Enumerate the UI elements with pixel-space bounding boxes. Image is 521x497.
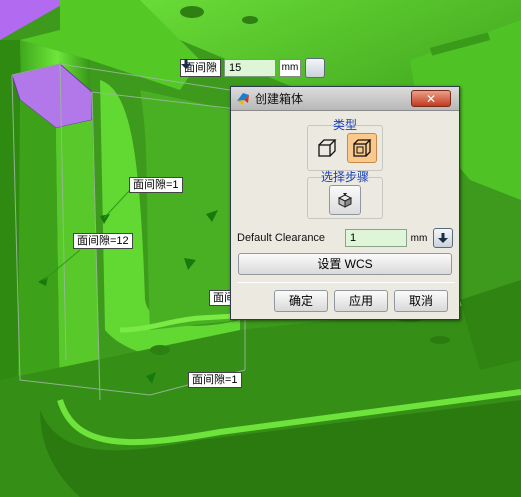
top-clearance-input[interactable]: 15	[224, 59, 276, 77]
ok-button[interactable]: 确定	[274, 290, 328, 312]
top-clearance-unit: mm	[279, 59, 301, 77]
create-box-dialog: 创建箱体 ✕ 类型 选择步骤 Default Clearance 1 mm 设置…	[230, 86, 460, 320]
box-offset-icon	[353, 139, 372, 157]
default-clearance-options-button[interactable]	[433, 228, 453, 248]
select-step-title: 选择步骤	[320, 170, 369, 184]
box-wireframe-icon	[318, 139, 337, 157]
default-clearance-input[interactable]: 1	[345, 229, 407, 247]
type-option-wireframe[interactable]	[312, 133, 342, 163]
apply-button[interactable]: 应用	[334, 290, 388, 312]
set-wcs-button[interactable]: 设置 WCS	[238, 253, 452, 275]
top-clearance-options-button[interactable]	[181, 58, 325, 78]
default-clearance-row: Default Clearance 1 mm	[237, 227, 455, 249]
face-clearance-label: 面间隙=12	[73, 233, 133, 249]
default-clearance-unit: mm	[410, 232, 428, 244]
select-face-button[interactable]	[329, 185, 361, 215]
default-clearance-label: Default Clearance	[237, 232, 326, 244]
type-group-title: 类型	[332, 118, 357, 132]
select-face-icon	[337, 193, 353, 208]
face-clearance-label: 面间隙=1	[188, 372, 242, 388]
arrow-down-icon	[438, 233, 448, 243]
close-button[interactable]: ✕	[411, 90, 451, 107]
top-clearance-editor: 面间隙 15 mm	[180, 58, 325, 78]
button-separator	[237, 282, 455, 283]
nx-app-icon	[237, 92, 249, 105]
close-icon: ✕	[425, 91, 437, 106]
arrow-down-icon	[181, 59, 191, 69]
face-clearance-label: 面间隙=1	[129, 177, 183, 193]
type-option-offset[interactable]	[347, 133, 377, 163]
dialog-title: 创建箱体	[255, 92, 304, 106]
cancel-button[interactable]: 取消	[394, 290, 448, 312]
